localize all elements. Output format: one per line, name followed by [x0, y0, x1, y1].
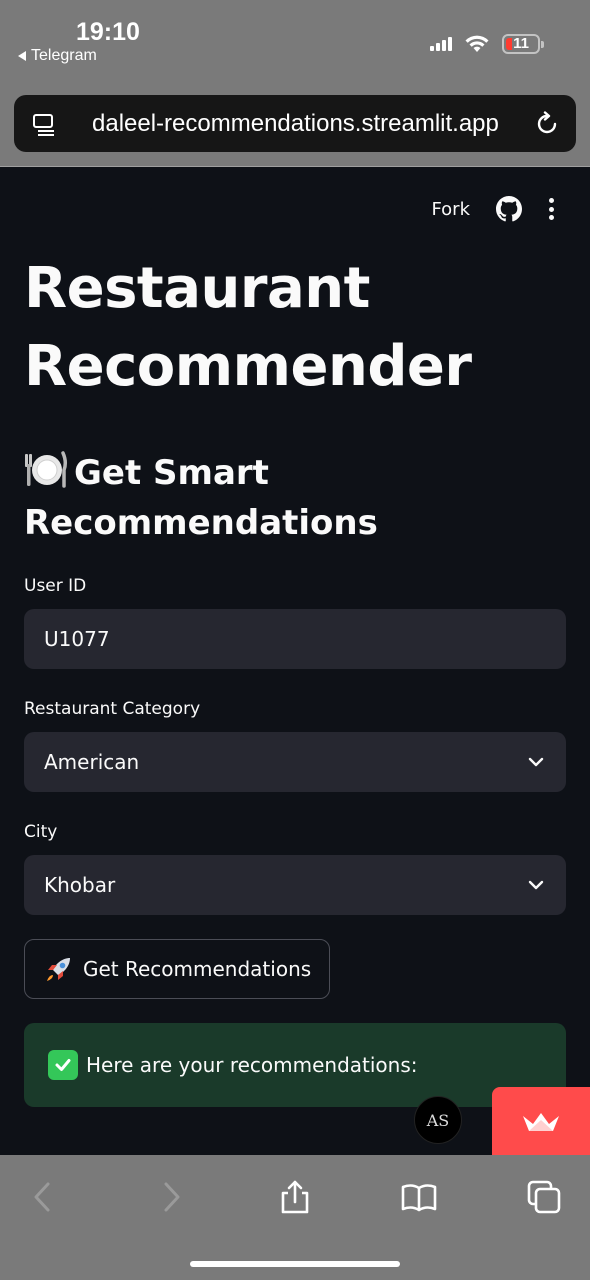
avatar[interactable]: AS: [414, 1096, 462, 1144]
check-icon: [48, 1050, 78, 1080]
chevron-down-icon: [528, 880, 544, 890]
app-toolbar: Fork: [431, 196, 554, 222]
user-id-input[interactable]: U1077: [24, 609, 566, 669]
back-to-app-link[interactable]: Telegram: [18, 47, 97, 65]
github-icon[interactable]: [496, 196, 522, 222]
share-icon[interactable]: [277, 1179, 313, 1215]
bookmarks-icon[interactable]: [401, 1179, 437, 1215]
city-label: City: [24, 822, 58, 842]
url-text[interactable]: daleel-recommendations.streamlit.app: [92, 110, 499, 138]
plate-icon: [25, 451, 68, 488]
back-icon[interactable]: [25, 1179, 61, 1215]
chevron-down-icon: [528, 757, 544, 767]
main-content: Restaurant Recommender Get Smart Recomme…: [24, 250, 566, 1107]
success-alert: Here are your recommendations:: [24, 1023, 566, 1107]
back-app-label: Telegram: [31, 47, 97, 64]
city-value: Khobar: [44, 873, 116, 897]
rocket-icon: [47, 958, 70, 981]
user-id-value: U1077: [44, 627, 110, 651]
tabs-icon[interactable]: [526, 1179, 562, 1215]
reload-icon[interactable]: [534, 111, 560, 137]
back-triangle-icon: [18, 51, 26, 61]
page-menu-icon[interactable]: [32, 112, 56, 136]
browser-address-area: daleel-recommendations.streamlit.app: [0, 90, 590, 167]
button-label: Get Recommendations: [83, 957, 312, 981]
category-select[interactable]: American: [24, 732, 566, 792]
kebab-menu-icon[interactable]: [548, 198, 554, 220]
wifi-icon: [465, 35, 489, 52]
get-recommendations-button[interactable]: Get Recommendations: [24, 939, 331, 999]
category-value: American: [44, 750, 140, 774]
fork-button[interactable]: Fork: [431, 199, 470, 220]
battery-indicator: 11: [502, 34, 544, 54]
user-id-label: User ID: [24, 576, 87, 596]
success-message: Here are your recommendations:: [86, 1053, 418, 1077]
status-time: 19:10: [76, 18, 140, 46]
home-indicator[interactable]: [190, 1261, 400, 1267]
city-select[interactable]: Khobar: [24, 855, 566, 915]
page-title: Restaurant Recommender: [24, 256, 472, 399]
crown-icon: [523, 1113, 559, 1131]
address-bar[interactable]: daleel-recommendations.streamlit.app: [14, 95, 576, 152]
status-icons: 11: [430, 34, 544, 54]
battery-level: 11: [513, 35, 529, 52]
category-label: Restaurant Category: [24, 699, 201, 719]
section-heading: Get Smart Recommendations: [24, 448, 566, 548]
forward-icon[interactable]: [153, 1179, 189, 1215]
section-heading-text: Get Smart Recommendations: [24, 453, 378, 543]
cellular-signal-icon: [430, 37, 452, 51]
streamlit-badge-button[interactable]: [492, 1087, 590, 1157]
ios-status-bar: 19:10 Telegram 11: [0, 0, 590, 90]
